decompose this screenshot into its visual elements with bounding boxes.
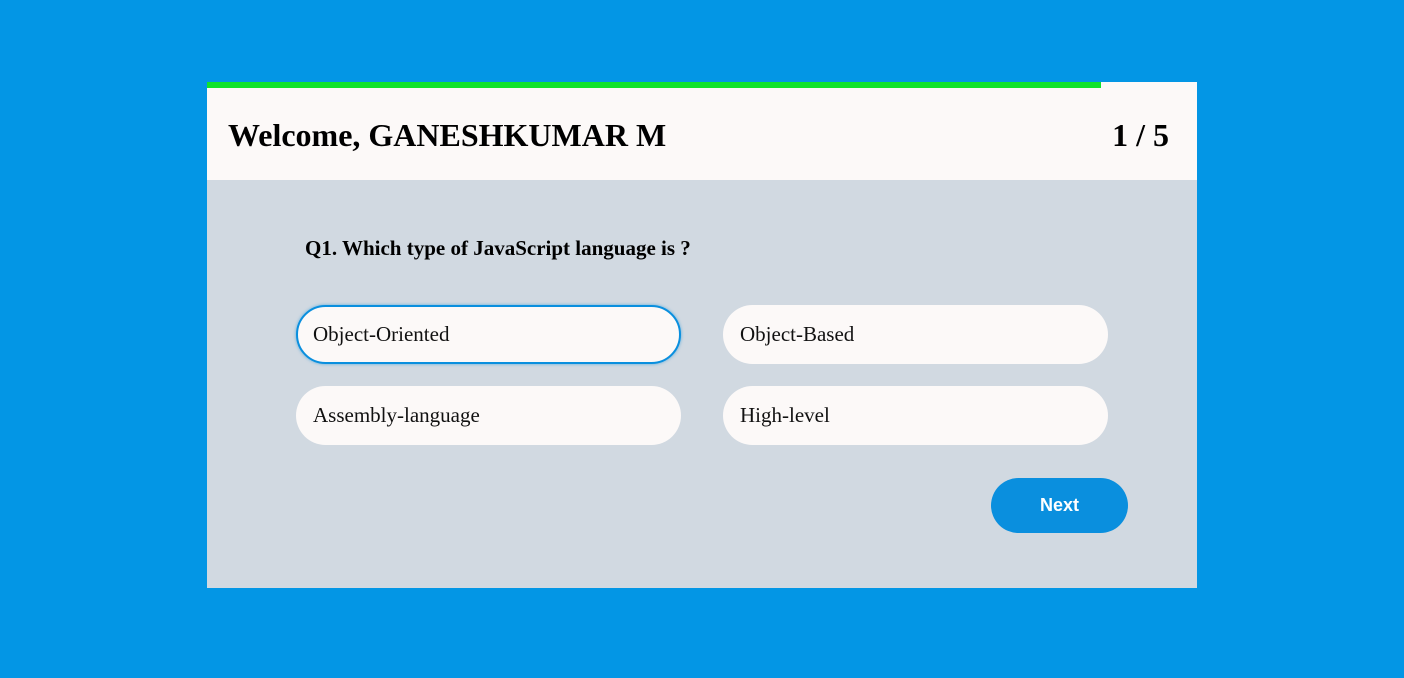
option-assembly-language[interactable]: Assembly-language	[296, 386, 681, 445]
next-button[interactable]: Next	[991, 478, 1128, 533]
welcome-title: Welcome, GANESHKUMAR M	[228, 117, 667, 153]
option-object-oriented[interactable]: Object-Oriented	[296, 305, 681, 364]
question-text: Q1. Which type of JavaScript language is…	[305, 236, 691, 260]
option-label: High-level	[740, 403, 830, 427]
option-object-based[interactable]: Object-Based	[723, 305, 1108, 364]
question-counter: 1 / 5	[1112, 117, 1169, 153]
quiz-header: Welcome, GANESHKUMAR M 1 / 5	[207, 88, 1197, 180]
option-label: Assembly-language	[313, 403, 480, 427]
quiz-card: Welcome, GANESHKUMAR M 1 / 5 Q1. Which t…	[207, 82, 1197, 588]
option-high-level[interactable]: High-level	[723, 386, 1108, 445]
option-label: Object-Oriented	[313, 322, 450, 346]
option-label: Object-Based	[740, 322, 855, 346]
